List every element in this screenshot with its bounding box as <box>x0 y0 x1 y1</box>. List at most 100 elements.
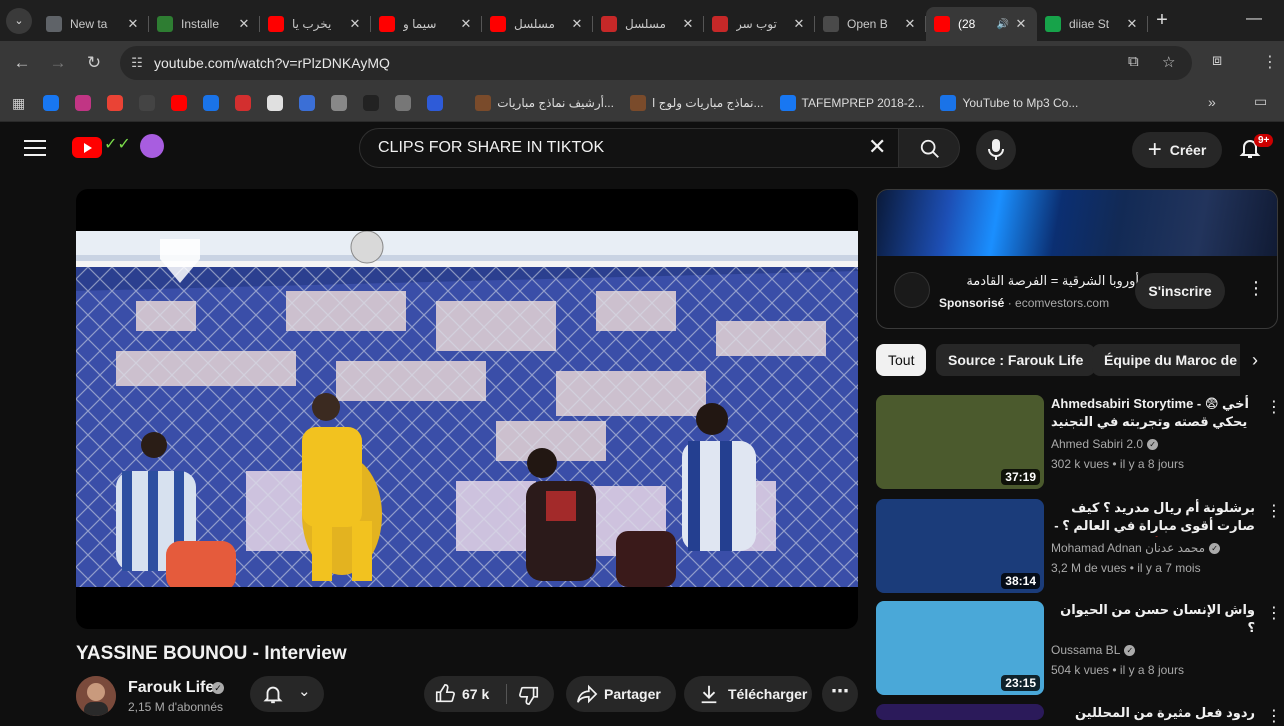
tab-audio-icon[interactable]: 🔊 <box>997 19 1009 30</box>
bookmark-shortcut-icon[interactable] <box>267 95 284 111</box>
bookmark-shortcut-icon[interactable] <box>363 95 380 111</box>
recommendation-thumbnail[interactable]: 37:19 <box>876 395 1044 489</box>
search-clear-icon[interactable]: ✕ <box>868 136 886 158</box>
chips-next-chevron-icon[interactable]: › <box>1240 344 1270 376</box>
tab-close-icon[interactable]: ✕ <box>1013 16 1029 32</box>
search-input[interactable] <box>378 138 858 158</box>
chip-team-morocco[interactable]: Équipe du Maroc de <box>1092 344 1250 376</box>
profile-icon[interactable]: ⋮ <box>1262 52 1278 72</box>
bookmark-shortcut-icon[interactable] <box>427 95 444 111</box>
tab-close-icon[interactable]: ✕ <box>902 16 918 32</box>
recommendation-item[interactable]: ردود فعل مثيرة من المحللين على إقصاء ⋮ <box>876 704 1284 725</box>
extensions-puzzle-icon[interactable]: ⧈ <box>1212 52 1222 70</box>
bookmark-shortcut-icon[interactable] <box>139 95 156 111</box>
bookmark-shortcut-icon[interactable] <box>75 95 92 111</box>
ad-banner-image[interactable] <box>877 190 1277 256</box>
tab-search-chevron-icon[interactable]: ⌄ <box>6 7 32 34</box>
like-button[interactable]: 67 k <box>424 676 506 712</box>
recommendation-title[interactable]: ردود فعل مثيرة من المحللين على إقصاء <box>1051 704 1255 722</box>
tab-close-icon[interactable]: ✕ <box>569 16 585 32</box>
tab-close-icon[interactable]: ✕ <box>1124 16 1140 32</box>
chip-all[interactable]: Tout <box>876 344 927 376</box>
channel-name[interactable]: Farouk Life <box>128 679 214 697</box>
tab-close-icon[interactable]: ✕ <box>347 16 363 32</box>
recommendation-channel[interactable]: Mohamad Adnan محمد عدنان <box>1051 541 1205 555</box>
site-settings-icon[interactable]: ☷ <box>120 55 154 71</box>
ad-title[interactable]: أوروبا الشرقية = الفرصة القادمة <box>939 273 1139 289</box>
bookmark-shortcut-icon[interactable] <box>203 95 220 111</box>
recommendation-more-icon[interactable]: ⋮ <box>1266 706 1282 726</box>
apps-grid-icon[interactable]: ▦ <box>12 95 25 112</box>
search-box[interactable] <box>359 128 903 168</box>
tab-close-icon[interactable]: ✕ <box>125 16 141 32</box>
channel-avatar[interactable] <box>76 676 116 716</box>
recommendation-item[interactable]: 38:14 برشلونة أم ريال مدريد ؟ كيف صارت أق… <box>876 499 1284 593</box>
new-tab-plus-icon[interactable]: + <box>1148 9 1176 32</box>
bookmark-item[interactable]: TAFEMPREP 2018-2... <box>779 95 924 111</box>
recommendation-title[interactable]: واش الإنسان حسن من الحيوان ؟ <box>1051 601 1255 639</box>
ad-more-icon[interactable]: ⋮ <box>1247 278 1265 299</box>
bookmark-item[interactable]: أرشيف نماذج مباريات... <box>475 95 614 111</box>
browser-tab[interactable]: New ta ✕ <box>38 7 149 41</box>
bookmark-shortcut-icon[interactable] <box>107 95 124 111</box>
recommendation-thumbnail[interactable] <box>876 704 1044 720</box>
video-player[interactable] <box>76 189 858 629</box>
bookmark-shortcut-icon[interactable] <box>395 95 412 111</box>
more-bookmarks-chevron-icon[interactable]: » <box>1208 94 1216 110</box>
recommendation-more-icon[interactable]: ⋮ <box>1266 397 1282 417</box>
dislike-button[interactable] <box>508 676 554 712</box>
voice-search-button[interactable] <box>976 130 1016 170</box>
ad-subscribe-button[interactable]: S'inscrire <box>1135 273 1225 309</box>
browser-tab[interactable]: diiae St ✕ <box>1037 7 1148 41</box>
browser-tab[interactable]: (28 🔊 ✕ <box>926 7 1037 41</box>
browser-tab[interactable]: مسلسل ✕ <box>482 7 593 41</box>
advertiser-logo-icon[interactable] <box>894 272 930 308</box>
recommendation-thumbnail[interactable]: 38:14 <box>876 499 1044 593</box>
more-actions-icon[interactable]: ⋯ <box>822 676 858 712</box>
recommendation-item[interactable]: 37:19 Ahmedsabiri Storytime - 😨 أخي يحكي … <box>876 395 1284 489</box>
recommendation-channel[interactable]: Ahmed Sabiri 2.0 <box>1051 437 1143 451</box>
tab-close-icon[interactable]: ✕ <box>458 16 474 32</box>
sponsored-ad-card[interactable]: أوروبا الشرقية = الفرصة القادمة Sponsori… <box>876 189 1278 329</box>
install-app-icon[interactable]: ⧉ <box>1128 53 1139 70</box>
youtube-logo-icon[interactable] <box>72 137 102 158</box>
browser-tab[interactable]: Installe ✕ <box>149 7 260 41</box>
bookmark-shortcut-icon[interactable] <box>299 95 316 111</box>
browser-tab[interactable]: Open B ✕ <box>815 7 926 41</box>
bookmarks-folder-icon[interactable]: ▭ <box>1254 93 1267 110</box>
recommendation-item[interactable]: 23:15 واش الإنسان حسن من الحيوان ؟ Oussama… <box>876 601 1284 695</box>
tab-close-icon[interactable]: ✕ <box>791 16 807 32</box>
address-bar[interactable]: ☷ youtube.com/watch?v=rPlzDNKAyMQ ⧉ ☆ <box>120 46 1192 80</box>
search-button[interactable] <box>898 128 960 168</box>
tab-close-icon[interactable]: ✕ <box>680 16 696 32</box>
menu-hamburger-icon[interactable] <box>24 140 46 161</box>
video-frame[interactable] <box>76 231 858 587</box>
window-minimize-icon[interactable]: — <box>1246 10 1262 28</box>
recommendation-more-icon[interactable]: ⋮ <box>1266 501 1282 521</box>
bookmark-shortcut-icon[interactable] <box>331 95 348 111</box>
subscription-bell-button[interactable]: ⌄ <box>250 676 324 712</box>
bookmark-item[interactable]: YouTube to Mp3 Co... <box>940 95 1078 111</box>
bookmark-item[interactable]: نماذج مباريات ولوج ا... <box>629 95 764 111</box>
share-button[interactable]: Partager <box>566 676 676 712</box>
download-button[interactable]: Télécharger <box>684 676 812 712</box>
browser-tab[interactable]: توب سر ✕ <box>704 7 815 41</box>
forward-arrow-icon[interactable]: → <box>40 53 76 73</box>
youtube-doodle-icon[interactable]: ✓✓ <box>104 134 131 154</box>
browser-tab[interactable]: سيما و ✕ <box>371 7 482 41</box>
recommendation-title[interactable]: Ahmedsabiri Storytime - 😨 أخي يحكي قصته … <box>1051 395 1255 433</box>
recommendation-title[interactable]: برشلونة أم ريال مدريد ؟ كيف صارت أقوى مب… <box>1051 499 1255 537</box>
tab-close-icon[interactable]: ✕ <box>236 16 252 32</box>
recommendation-channel[interactable]: Oussama BL <box>1051 643 1120 657</box>
browser-tab[interactable]: يخرب يا ✕ <box>260 7 371 41</box>
url-text[interactable]: youtube.com/watch?v=rPlzDNKAyMQ <box>154 55 390 71</box>
bookmark-shortcut-icon[interactable] <box>171 95 188 111</box>
browser-tab[interactable]: مسلسل ✕ <box>593 7 704 41</box>
bookmark-shortcut-icon[interactable] <box>43 95 60 111</box>
back-arrow-icon[interactable]: ← <box>4 53 40 73</box>
bookmark-shortcut-icon[interactable] <box>235 95 252 111</box>
chip-source[interactable]: Source : Farouk Life <box>936 344 1096 376</box>
recommendation-thumbnail[interactable]: 23:15 <box>876 601 1044 695</box>
reload-icon[interactable]: ↻ <box>76 53 112 73</box>
create-button[interactable]: + Créer <box>1132 132 1222 168</box>
